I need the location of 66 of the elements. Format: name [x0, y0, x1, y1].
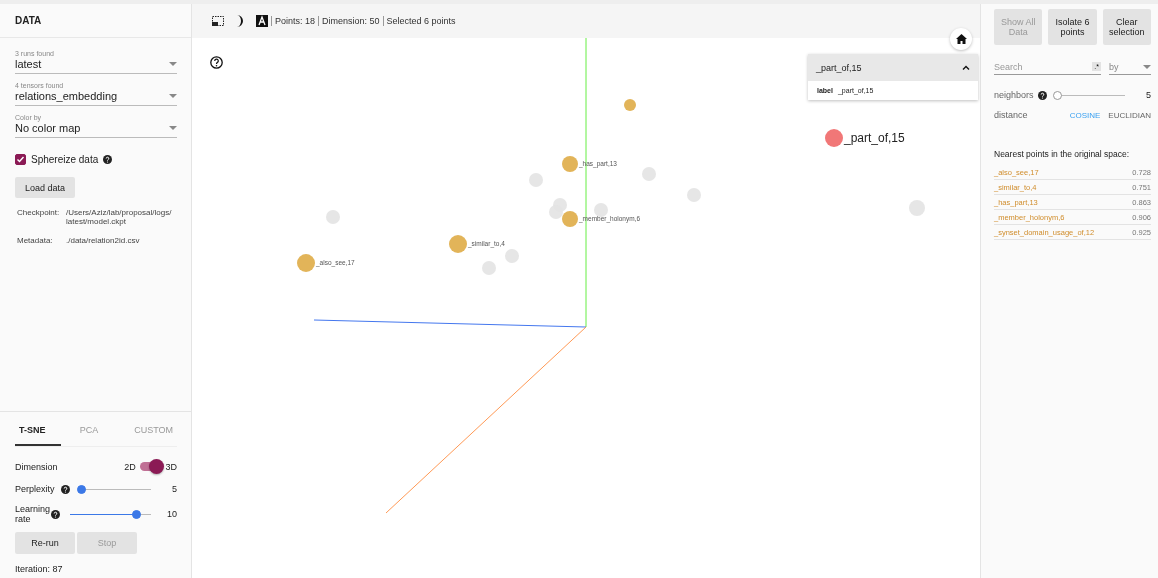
- selection-button[interactable]: Isolate 6 points: [1048, 9, 1097, 45]
- row-label: distance: [994, 110, 1028, 120]
- distance-option[interactable]: EUCLIDIAN: [1100, 111, 1151, 120]
- row-label: Perplexity: [15, 484, 56, 494]
- help-icon[interactable]: [61, 484, 70, 494]
- slider-thumb[interactable]: [77, 484, 87, 494]
- row-label: Dimension: [15, 461, 59, 472]
- dropdown[interactable]: relations_embedding: [15, 89, 177, 106]
- data-point[interactable]: [562, 211, 578, 227]
- slider-thumb[interactable]: [1052, 90, 1062, 100]
- caret-icon: [169, 94, 177, 98]
- caret-icon: [169, 62, 177, 66]
- projection-tab[interactable]: T-SNE: [15, 412, 61, 446]
- help-icon[interactable]: [51, 509, 60, 519]
- info-value: /Users/Aziz/lab/proposal/logs/ latest/model.ckpt: [66, 208, 173, 226]
- card-title: _part_of,15: [816, 62, 862, 73]
- toggle-label: 2D: [124, 461, 136, 472]
- home-icon: [955, 34, 967, 44]
- dropdown[interactable]: No color map: [15, 121, 177, 138]
- checkbox-label: Sphereize data: [31, 154, 99, 165]
- slider-value: 10: [166, 509, 177, 519]
- data-point[interactable]: [594, 203, 608, 217]
- row-label: neighbors: [994, 90, 1034, 100]
- help-icon[interactable]: [210, 56, 223, 69]
- chevron-icon[interactable]: [962, 65, 970, 70]
- toolbar-stat: Points: 18: [271, 16, 316, 26]
- slider-value: 5: [171, 484, 177, 494]
- data-point[interactable]: [549, 205, 563, 219]
- data-point[interactable]: [449, 235, 467, 253]
- slider-thumb[interactable]: [132, 509, 142, 519]
- data-point[interactable]: [297, 254, 315, 272]
- toggle-label: 3D: [165, 461, 177, 472]
- panel-title: DATA: [0, 4, 191, 38]
- action-button[interactable]: Re-run: [15, 532, 75, 554]
- selection-button[interactable]: Clear selection: [1102, 9, 1151, 45]
- home-button[interactable]: [950, 28, 972, 50]
- toolbar-stat: Selected 6 points: [382, 16, 456, 26]
- info-key: Checkpoint:: [17, 208, 61, 226]
- data-point[interactable]: [482, 261, 496, 275]
- dimension-toggle[interactable]: [139, 462, 162, 471]
- toolbar-stat: Dimension: 50: [318, 16, 380, 26]
- help-icon[interactable]: [1037, 90, 1047, 100]
- checkbox[interactable]: [15, 154, 26, 165]
- selection-icon[interactable]: [212, 16, 224, 26]
- data-point[interactable]: [687, 188, 701, 202]
- data-point[interactable]: [624, 99, 636, 111]
- data-point[interactable]: [326, 210, 340, 224]
- load-data-button[interactable]: Load data: [15, 177, 75, 198]
- data-point[interactable]: [825, 129, 843, 147]
- section-title: Nearest points in the original space:: [994, 149, 1131, 159]
- slider-value: 5: [1145, 90, 1151, 100]
- labels-icon[interactable]: [256, 15, 268, 27]
- data-point[interactable]: [505, 249, 519, 263]
- info-key: Metadata:: [17, 236, 61, 245]
- help-icon[interactable]: [103, 155, 113, 164]
- iteration-count: Iteration: 87: [15, 564, 64, 574]
- row-label: Learning rate: [15, 504, 51, 524]
- dropdown[interactable]: latest: [15, 57, 177, 74]
- data-point[interactable]: [642, 167, 656, 181]
- point-label: _part_of,15: [844, 131, 905, 145]
- data-point[interactable]: [529, 173, 543, 187]
- info-value: ./data/relation2id.csv: [66, 236, 141, 245]
- data-point[interactable]: [909, 200, 925, 216]
- data-point[interactable]: [562, 156, 578, 172]
- caret-icon: [169, 126, 177, 130]
- by-dropdown[interactable]: by: [1109, 59, 1151, 75]
